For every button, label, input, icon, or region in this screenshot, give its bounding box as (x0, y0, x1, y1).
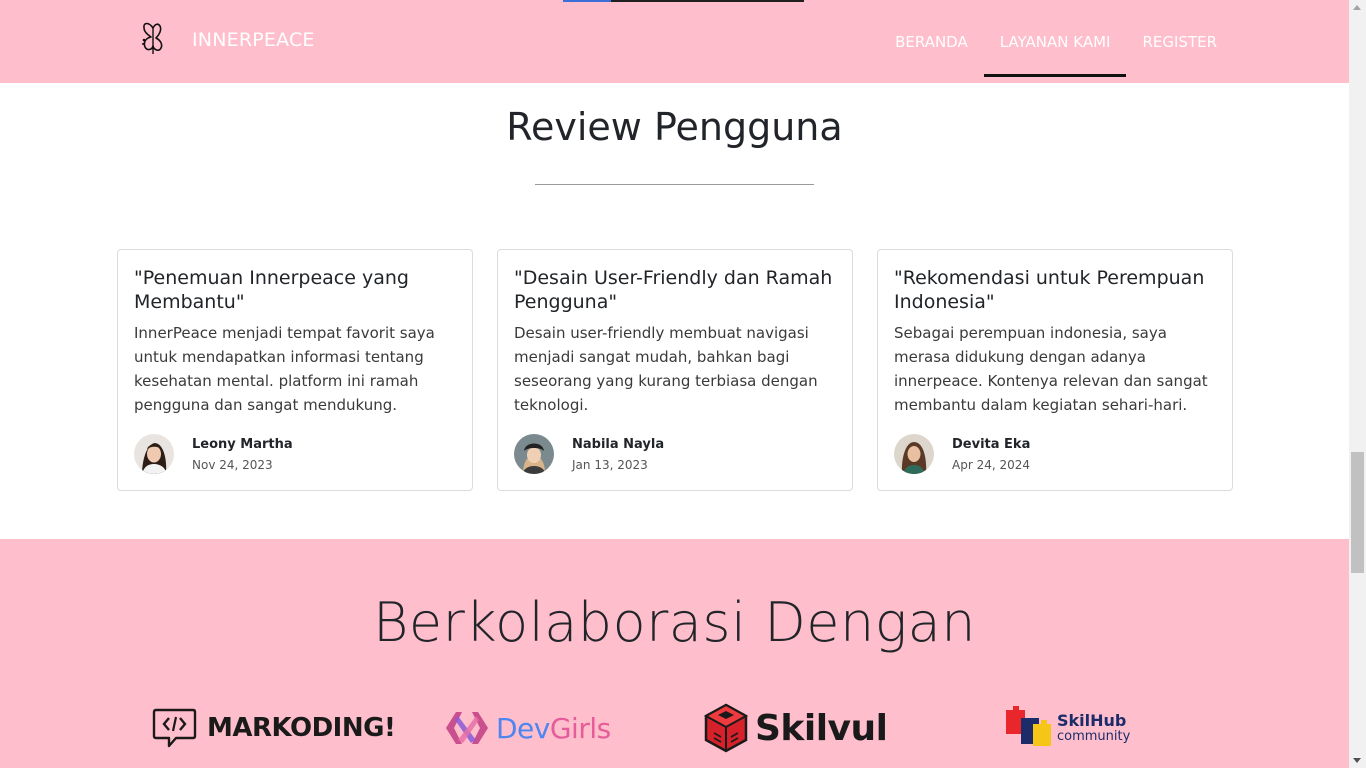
top-strip (563, 0, 804, 2)
review-date: Apr 24, 2024 (952, 457, 1031, 472)
review-card: "Penemuan Innerpeace yang Membantu" Inne… (117, 249, 473, 491)
avatar (514, 434, 554, 474)
partner-logos: MARKODING! DevGirls Skilvul SkilHub comm… (0, 700, 1349, 756)
main-nav: BERANDA LAYANAN KAMI REGISTER (879, 0, 1233, 83)
title-divider (535, 184, 814, 185)
review-card-text: Sebagai perempuan indonesia, saya merasa… (894, 324, 1208, 414)
review-date: Jan 13, 2023 (572, 457, 648, 472)
scroll-down-arrow-icon[interactable] (1353, 758, 1361, 763)
nav-beranda[interactable]: BERANDA (879, 6, 984, 77)
devgirls-girls-text: Girls (549, 711, 611, 745)
devgirls-mark-icon (446, 712, 488, 744)
review-card-title: "Rekomendasi untuk Perempuan Indonesia" (894, 267, 1205, 313)
skilhub-logo-text: SkilHub (1057, 711, 1127, 730)
review-author: Leony Martha Nov 24, 2023 (134, 434, 293, 474)
author-name: Nabila Nayla (572, 436, 665, 452)
code-chat-icon (152, 708, 197, 748)
nav-register[interactable]: REGISTER (1126, 6, 1233, 77)
skilvul-logo: Skilvul (703, 700, 888, 756)
collaboration-title: Berkolaborasi Dengan (373, 591, 976, 654)
skilhub-blocks-icon (1006, 706, 1051, 746)
page-scrollbar[interactable] (1349, 0, 1366, 768)
page: INNERPEACE BERANDA LAYANAN KAMI REGISTER… (0, 0, 1349, 768)
butterfly-logo-icon (142, 22, 163, 54)
collaboration-section: Berkolaborasi Dengan MARKODING! DevGirls… (0, 539, 1349, 768)
skilhub-community-text: community (1057, 729, 1131, 744)
avatar (894, 434, 934, 474)
review-card: "Desain User-Friendly dan Ramah Pengguna… (497, 249, 853, 491)
author-name: Devita Eka (952, 436, 1031, 452)
avatar (134, 434, 174, 474)
skilvul-logo-text: Skilvul (755, 707, 888, 749)
review-date: Nov 24, 2023 (192, 457, 273, 472)
review-cards: "Penemuan Innerpeace yang Membantu" Inne… (117, 249, 1233, 491)
review-card: "Rekomendasi untuk Perempuan Indonesia" … (877, 249, 1233, 491)
review-card-title: "Desain User-Friendly dan Ramah Pengguna… (514, 267, 833, 313)
skilvul-cube-icon (703, 703, 749, 753)
review-card-title: "Penemuan Innerpeace yang Membantu" (134, 267, 409, 313)
author-name: Leony Martha (192, 436, 293, 452)
skilhub-logo: SkilHub community (1003, 700, 1130, 756)
review-section-title: Review Pengguna (506, 105, 843, 149)
nav-layanan-kami[interactable]: LAYANAN KAMI (983, 6, 1127, 77)
review-author: Devita Eka Apr 24, 2024 (894, 434, 1030, 474)
devgirls-logo-text: DevGirls (496, 712, 611, 745)
scroll-up-arrow-icon[interactable] (1353, 5, 1361, 10)
brand-name: INNERPEACE (192, 29, 315, 51)
markoding-logo-text: MARKODING! (207, 713, 396, 743)
devgirls-logo: DevGirls (444, 700, 611, 756)
devgirls-dev-text: Dev (496, 711, 550, 745)
scrollbar-thumb[interactable] (1351, 452, 1364, 573)
brand-link[interactable]: INNERPEACE (140, 20, 315, 60)
navbar: INNERPEACE BERANDA LAYANAN KAMI REGISTER (0, 0, 1349, 83)
markoding-logo: MARKODING! (152, 700, 396, 756)
review-author: Nabila Nayla Jan 13, 2023 (514, 434, 664, 474)
review-card-text: Desain user-friendly membuat navigasi me… (514, 324, 818, 414)
review-card-text: InnerPeace menjadi tempat favorit saya u… (134, 324, 435, 414)
